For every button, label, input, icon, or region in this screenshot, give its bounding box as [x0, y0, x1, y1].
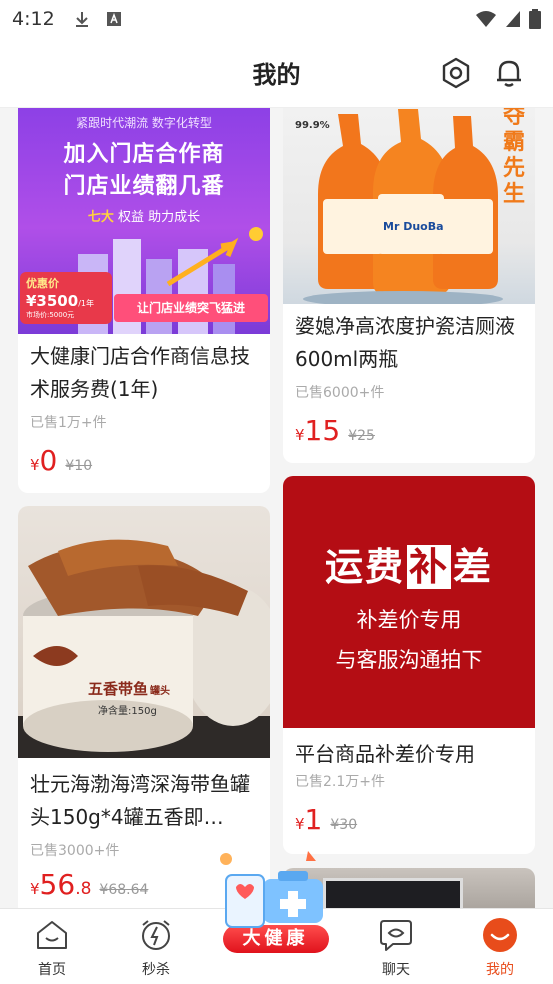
status-bar: 4:12 — [0, 0, 553, 38]
tab-label: 秒杀 — [142, 962, 170, 978]
chat-bubble-icon — [380, 920, 412, 951]
price-value: 0 — [39, 444, 58, 477]
product-name[interactable]: 婆媳净高浓度护瓷洁厕液600ml两瓶 — [283, 310, 535, 376]
download-icon — [75, 12, 88, 27]
product-feed[interactable]: 紧跟时代潮流 数字化转型 加入门店合作商 门店业绩翻几番 七大 权益 助力成长 … — [0, 108, 553, 908]
banner-title-line2: 门店业绩翻几番 — [63, 174, 225, 199]
product-price: ¥ 15 ¥25 — [283, 414, 535, 447]
banner-top-text: 紧跟时代潮流 数字化转型 — [76, 116, 212, 130]
product-image: 五香带鱼 罐头 净含量:150g — [18, 506, 270, 758]
tab-label: 我的 — [486, 962, 514, 978]
banner-subtitle-accent: 七大 — [87, 210, 114, 225]
product-image-screen — [323, 878, 463, 908]
banner-title-line1: 加入门店合作商 — [63, 142, 225, 167]
tab-mine[interactable]: 我的 — [460, 917, 540, 979]
tab-chat[interactable]: 聊天 — [356, 917, 436, 979]
settings-hexagon-icon[interactable] — [439, 56, 473, 90]
alarm-clock-icon — [142, 920, 170, 950]
health-tab-label: 大健康 — [222, 925, 329, 953]
page-title: 我的 — [252, 61, 301, 89]
home-smile-icon — [37, 921, 67, 949]
cleaner-bottles-graphic — [303, 109, 503, 304]
banner-title: 运费补差 — [283, 536, 535, 591]
banner-slogan: 让门店业绩突飞猛进 — [114, 294, 268, 322]
profile-active-icon — [483, 918, 517, 952]
product-sold: 已售2.1万+件 — [295, 774, 385, 790]
price-value: 1 — [304, 803, 323, 836]
banner-title-c: 差 — [453, 545, 494, 589]
product-name[interactable]: 平台商品补差价专用 — [283, 738, 535, 771]
fish-can-graphic — [18, 539, 270, 758]
product-sold: 已售1万+件 — [30, 415, 107, 431]
bell-icon[interactable] — [492, 56, 526, 90]
price-value: 56 — [39, 868, 76, 901]
banner-line1: 补差价专用 — [356, 608, 462, 632]
product-card[interactable]: 紧跟时代潮流 数字化转型 加入门店合作商 门店业绩翻几番 七大 权益 助力成长 … — [18, 108, 270, 493]
banner-title-a: 运费 — [324, 545, 405, 589]
price-decimal: .8 — [75, 879, 92, 899]
product-price: ¥ 0 ¥10 — [18, 444, 270, 477]
currency-symbol: ¥ — [295, 815, 305, 833]
price-badge-unit: /1年 — [78, 299, 94, 308]
price-value: 15 — [304, 414, 341, 447]
currency-symbol: ¥ — [30, 456, 40, 474]
tab-home[interactable]: 首页 — [12, 917, 92, 979]
tab-label: 首页 — [38, 962, 66, 978]
product-image: 夺霸先生 99.9% Mr DuoBa — [283, 108, 535, 304]
currency-symbol: ¥ — [295, 426, 305, 444]
can-label-main: 五香带鱼 — [88, 680, 149, 698]
product-card[interactable]: 五香带鱼 罐头 净含量:150g 壮元海渤海湾深海带鱼罐头150g*4罐五香即… … — [18, 506, 270, 908]
price-badge-label: 优惠价 — [26, 277, 59, 290]
price-badge-market: 市场价:5000元 — [26, 311, 75, 319]
banner-title-b: 补 — [406, 545, 451, 589]
banner-side-text: 夺霸先生 — [503, 108, 526, 207]
signal-icon — [506, 11, 520, 27]
product-sold: 已售6000+件 — [295, 385, 385, 401]
tab-label: 聊天 — [382, 962, 410, 978]
price-badge-price: ¥3500 — [26, 292, 79, 310]
can-label: 五香带鱼 罐头 — [88, 678, 170, 699]
product-name[interactable]: 壮元海渤海湾深海带鱼罐头150g*4罐五香即… — [18, 768, 270, 834]
banner-subtitle-text: 权益 助力成长 — [118, 210, 201, 225]
product-price: ¥ 1 ¥30 — [283, 803, 535, 836]
battery-icon — [529, 9, 541, 29]
original-price: ¥10 — [65, 458, 93, 474]
product-image: 紧跟时代潮流 数字化转型 加入门店合作商 门店业绩翻几番 七大 权益 助力成长 … — [18, 108, 270, 334]
price-badge: 优惠价 ¥3500/1年 市场价:5000元 — [20, 272, 112, 324]
banner-brand: Mr DuoBa — [383, 220, 444, 233]
bottom-tab-bar: 首页 秒杀 大健康 聊天 我的 — [0, 851, 553, 984]
currency-symbol: ¥ — [30, 880, 40, 898]
banner-line2: 与客服沟通拍下 — [335, 648, 483, 672]
product-card[interactable]: 运费补差 补差价专用 与客服沟通拍下 平台商品补差价专用 已售2.1万+件 ¥ … — [283, 476, 535, 854]
page-header: 我的 — [0, 38, 553, 108]
app-notification-icon — [106, 12, 121, 26]
can-label-sub: 罐头 — [150, 686, 171, 697]
original-price: ¥68.64 — [99, 882, 149, 898]
tab-flash-sale[interactable]: 秒杀 — [116, 917, 196, 979]
tab-health[interactable]: 大健康 — [218, 849, 333, 953]
original-price: ¥25 — [348, 428, 375, 444]
product-card[interactable]: 夺霸先生 99.9% Mr DuoBa 婆媳净高浓度护瓷洁厕液600ml两瓶 已… — [283, 108, 535, 463]
wifi-icon — [476, 11, 496, 27]
product-image: 运费补差 补差价专用 与客服沟通拍下 — [283, 476, 535, 728]
product-name[interactable]: 大健康门店合作商信息技术服务费(1年) — [18, 340, 270, 406]
can-weight: 净含量:150g — [98, 706, 157, 717]
status-time: 4:12 — [12, 8, 55, 30]
banner-subtitle: 七大 权益 助力成长 — [18, 206, 270, 225]
original-price: ¥30 — [330, 817, 358, 833]
